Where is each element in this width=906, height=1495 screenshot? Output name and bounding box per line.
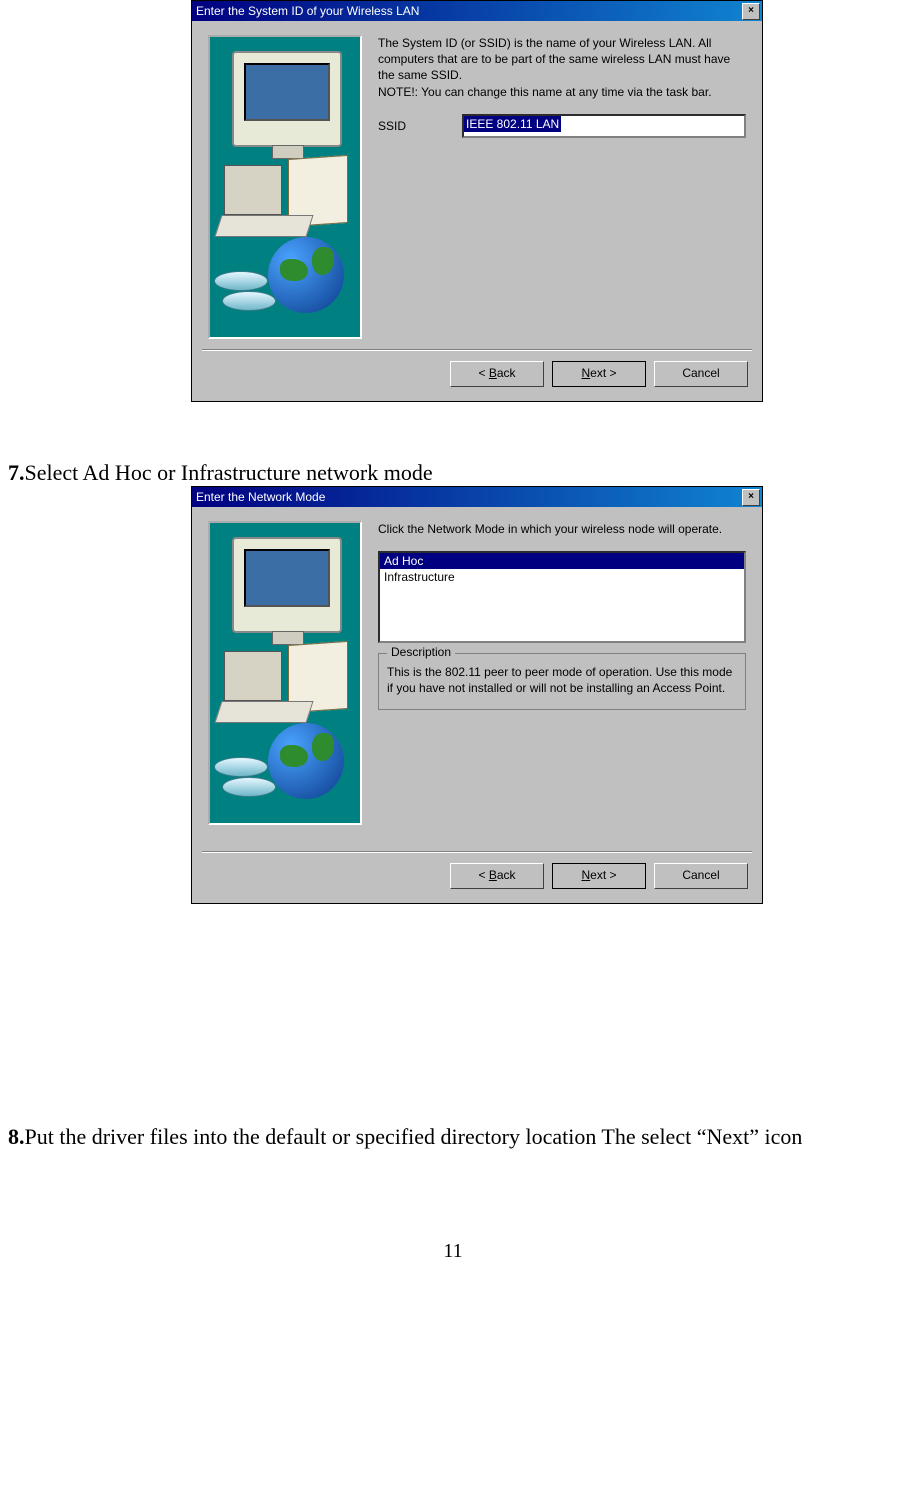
step-7-text: Select Ad Hoc or Infrastructure network … <box>25 460 433 485</box>
back-button[interactable]: < Back <box>450 863 544 889</box>
dialog-network-mode: Enter the Network Mode × Click the Netwo… <box>191 486 763 904</box>
network-mode-listbox[interactable]: Ad Hoc Infrastructure <box>378 551 746 643</box>
page-number: 11 <box>8 1240 898 1263</box>
description-label: Description <box>387 645 455 659</box>
step-8: 8.Put the driver files into the default … <box>8 1124 898 1150</box>
wizard-graphic <box>208 521 362 825</box>
ssid-label: SSID <box>378 119 438 133</box>
step-8-text: Put the driver files into the default or… <box>25 1124 803 1149</box>
close-icon[interactable]: × <box>742 3 760 20</box>
dialog-enter-ssid: Enter the System ID of your Wireless LAN… <box>191 0 763 402</box>
cancel-button[interactable]: Cancel <box>654 361 748 387</box>
dialog-title: Enter the System ID of your Wireless LAN <box>196 4 419 18</box>
dialog-title: Enter the Network Mode <box>196 490 325 504</box>
wizard-graphic <box>208 35 362 339</box>
step-7: 7.Select Ad Hoc or Infrastructure networ… <box>8 460 898 486</box>
close-icon[interactable]: × <box>742 489 760 506</box>
list-item[interactable]: Infrastructure <box>380 569 744 585</box>
instruction-text: The System ID (or SSID) is the name of y… <box>378 35 746 100</box>
cancel-button[interactable]: Cancel <box>654 863 748 889</box>
description-text: This is the 802.11 peer to peer mode of … <box>387 664 737 696</box>
back-button[interactable]: < Back <box>450 361 544 387</box>
list-item[interactable]: Ad Hoc <box>380 553 744 569</box>
ssid-input[interactable]: IEEE 802.11 LAN <box>462 114 746 138</box>
instruction-text: Click the Network Mode in which your wir… <box>378 521 746 537</box>
next-button[interactable]: Next > <box>552 863 646 889</box>
step-7-number: 7. <box>8 460 25 485</box>
ssid-value: IEEE 802.11 LAN <box>464 116 561 132</box>
titlebar: Enter the System ID of your Wireless LAN… <box>192 1 762 21</box>
next-button[interactable]: Next > <box>552 361 646 387</box>
step-8-number: 8. <box>8 1124 25 1149</box>
description-group: Description This is the 802.11 peer to p… <box>378 653 746 709</box>
titlebar: Enter the Network Mode × <box>192 487 762 507</box>
